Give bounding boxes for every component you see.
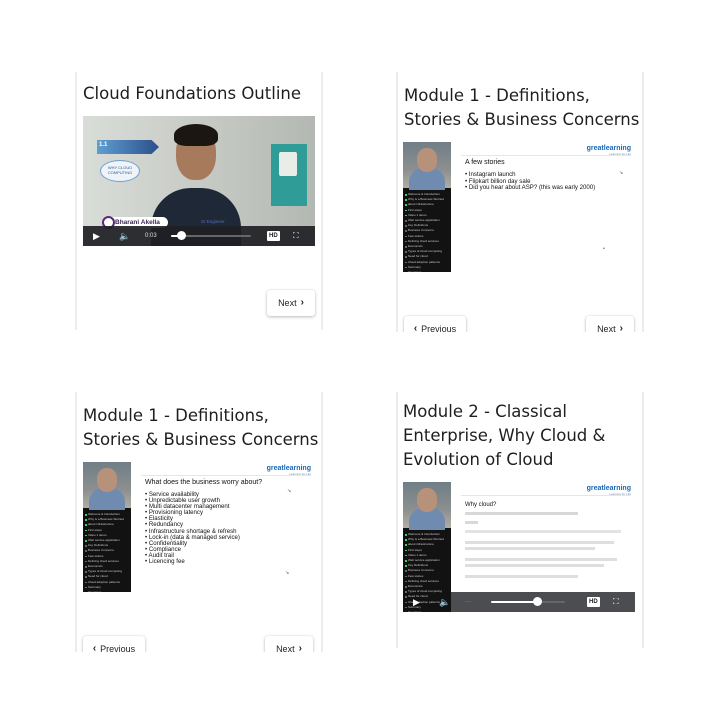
volume-icon[interactable]: 🔈 (439, 592, 450, 612)
chevron-right-icon: › (300, 297, 304, 308)
previous-button-label: Previous (100, 644, 136, 652)
fullscreen-icon[interactable]: ⛶ (613, 592, 619, 612)
previous-button[interactable]: ‹ Previous (404, 316, 466, 332)
quality-button[interactable]: HD (587, 597, 600, 607)
lesson-title: Module 1 - Definitions, Stories & Busine… (404, 86, 640, 129)
seek-thumb[interactable] (532, 597, 542, 606)
next-button-label: Next (597, 324, 616, 332)
chevron-left-icon: ‹ (413, 323, 418, 333)
topic-bubble: WHY CLOUD COMPUTING (100, 160, 140, 182)
course-sidebar: Welcome & Introduction Why is a Business … (403, 142, 451, 272)
slide-bullet: Licencing fee (145, 558, 240, 565)
background-decor (279, 152, 297, 176)
chevron-right-icon: › (619, 323, 623, 333)
next-button[interactable]: Next › (265, 636, 313, 652)
chevron-left-icon: ‹ (92, 643, 97, 653)
slide-bullets: Instagram launchFlipkart billion day sal… (465, 171, 595, 192)
slide-marker: ↘ (287, 488, 292, 494)
instructor-thumbnail (403, 142, 451, 190)
next-button[interactable]: Next › (586, 316, 634, 332)
slide-bullets: Service availabilityUnpredictable user g… (145, 491, 240, 565)
card-border (642, 72, 644, 332)
slide-body-placeholder (465, 512, 627, 578)
card-border (321, 72, 323, 330)
seek-bar-fill (491, 601, 537, 603)
slide-heading: Why cloud? (465, 502, 497, 508)
lesson-title: Module 1 - Definitions, Stories & Busine… (83, 406, 319, 449)
lesson-title: Module 2 - Classical Enterprise, Why Clo… (403, 402, 606, 469)
card-border (642, 392, 644, 648)
video-time: ··· (465, 599, 471, 605)
play-icon[interactable]: ▶ (413, 592, 420, 612)
slide-heading: What does the business worry about? (145, 479, 263, 486)
quality-button[interactable]: HD (267, 231, 280, 241)
card-border (321, 392, 323, 652)
presenter-subtitle: Sr Engineer (201, 219, 225, 224)
card-border (396, 72, 398, 332)
divider (461, 495, 631, 496)
card-border (75, 392, 77, 652)
sidebar-outline-item[interactable]: Questions (85, 590, 129, 592)
volume-icon[interactable]: 🔈 (119, 226, 130, 246)
slide-heading: A few stories (465, 159, 505, 166)
slide-viewer[interactable]: Welcome & Introduction Why is a Business … (83, 462, 315, 592)
chevron-right-icon: › (298, 643, 302, 653)
next-button[interactable]: Next › (267, 290, 315, 316)
presenter-figure (174, 124, 218, 146)
seek-bar[interactable] (491, 597, 565, 606)
slide-bullet: Did you hear about ASP? (this was early … (465, 185, 595, 192)
lesson-card-3: Module 1 - Definitions, Stories & Busine… (75, 392, 323, 652)
next-button-label: Next (278, 298, 297, 308)
play-icon[interactable]: ▶ (93, 226, 100, 246)
next-button-label: Next (276, 644, 295, 652)
divider (461, 155, 631, 156)
video-player[interactable]: 1.1 WHY CLOUD COMPUTING Bharani Akella S… (83, 116, 315, 246)
video-time: 0:03 (145, 233, 157, 239)
seek-thumb[interactable] (176, 231, 186, 240)
sidebar-outline-item[interactable]: Questions (405, 270, 449, 272)
card-border (396, 392, 398, 648)
card-border (75, 72, 77, 330)
previous-button-label: Previous (421, 324, 457, 332)
course-sidebar: Welcome & Introduction Why is a Business … (83, 462, 131, 592)
slide-content: greatlearning Learning for Life What does… (135, 462, 315, 592)
slide-content: greatlearning Learning for Life A few sto… (455, 142, 635, 272)
video-controls: ▶ 🔈 0:03 HD ⛶ (83, 226, 315, 246)
lesson-card-2: Module 1 - Definitions, Stories & Busine… (396, 72, 644, 332)
slide-marker: • (603, 246, 605, 252)
instructor-thumbnail (83, 462, 131, 510)
lesson-card-4: Module 2 - Classical Enterprise, Why Clo… (396, 392, 644, 648)
slide-marker: ↘ (285, 570, 290, 576)
slide-viewer[interactable]: Welcome & Introduction Why is a Business … (403, 142, 635, 272)
seek-bar[interactable] (171, 231, 251, 240)
video-controls: ▶ 🔈 ··· HD ⛶ (413, 592, 635, 612)
lesson-title: Cloud Foundations Outline (83, 84, 302, 103)
slide-marker: ↘ (619, 170, 624, 176)
divider (141, 475, 311, 476)
section-tag-number: 1.1 (99, 142, 108, 148)
slide-viewer[interactable]: Welcome & Introduction Why is a Business … (403, 482, 635, 612)
lesson-card-1: Cloud Foundations Outline 1.1 WHY CLOUD … (75, 72, 323, 330)
fullscreen-icon[interactable]: ⛶ (293, 226, 299, 246)
instructor-thumbnail (403, 482, 451, 530)
previous-button[interactable]: ‹ Previous (83, 636, 145, 652)
course-outline: Welcome & Introduction Why is a Business … (85, 512, 129, 592)
course-outline: Welcome & Introduction Why is a Business … (405, 192, 449, 272)
